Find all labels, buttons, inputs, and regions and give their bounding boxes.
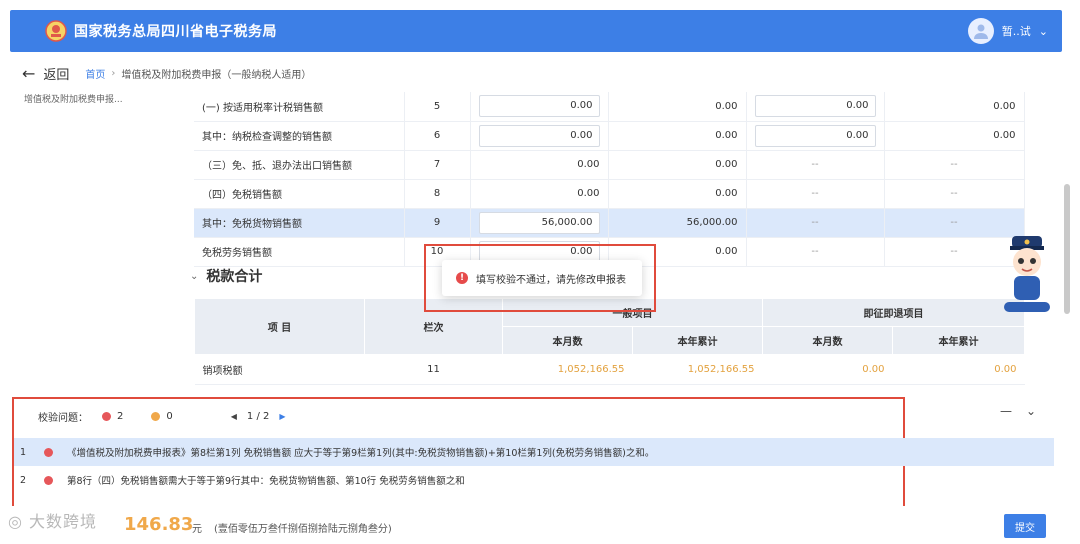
cell-value: 0.00: [470, 150, 609, 180]
amount-input[interactable]: 0.00: [478, 95, 600, 118]
validation-item[interactable]: 2 第8行（四）免税销售额需大于等于第9行其中：免税货物销售额、第10行 免税劳…: [14, 466, 894, 494]
validation-pager: ◀ 1 / 2 ▶: [231, 411, 286, 422]
row-line-number: 6: [404, 121, 471, 151]
column-group-refund: 即征即退项目: [762, 298, 1025, 327]
error-count[interactable]: 2: [117, 411, 123, 422]
cell-value: --: [746, 150, 885, 180]
row-label: 其中：纳税检查调整的销售额: [194, 121, 405, 151]
error-dot-icon: [102, 412, 111, 421]
breadcrumb-home[interactable]: 首页: [85, 66, 105, 81]
cell-value: 0.00: [884, 121, 1025, 151]
cell-value: --: [884, 150, 1025, 180]
scrollbar-thumb[interactable]: [1064, 184, 1070, 314]
minimize-icon[interactable]: —: [1000, 404, 1012, 418]
toast-message: 填写校验不通过，请先修改申报表: [476, 274, 626, 286]
column-header-month: 本月数: [762, 326, 893, 355]
breadcrumb-separator: ›: [111, 67, 116, 79]
item-text: 第8行（四）免税销售额需大于等于第9行其中：免税货物销售额、第10行 免税劳务销…: [67, 476, 465, 487]
error-toast: ! 填写校验不通过，请先修改申报表: [442, 260, 642, 296]
warning-dot-icon: [151, 412, 161, 421]
row-line-number: 8: [404, 179, 471, 209]
column-header-month: 本月数: [502, 326, 633, 355]
row-line-number: 9: [404, 208, 471, 238]
error-dot-icon: [44, 475, 53, 485]
amount-in-words: (壹佰零伍万叁仟捌佰捌拾陆元捌角叁分): [214, 524, 392, 535]
panel-tools: — ⌄: [1000, 404, 1036, 418]
prev-page-icon[interactable]: ◀: [231, 412, 237, 421]
row-label: (一) 按适用税率计税销售额: [194, 92, 405, 122]
table-row: 其中：纳税检查调整的销售额 6 0.00 0.00 0.00 0.00: [194, 121, 1025, 151]
warning-count[interactable]: 0: [166, 411, 172, 422]
assistant-mascot-icon[interactable]: [1000, 230, 1054, 314]
cell-value: 0.00: [470, 179, 609, 209]
table-row: （三）免、抵、退办法出口销售额 7 0.00 0.00 -- --: [194, 150, 1025, 180]
scrollbar[interactable]: [1062, 92, 1072, 388]
cell-value: 0.00: [892, 354, 1025, 385]
row-label: 销项税额: [194, 354, 365, 385]
column-header-year: 本年累计: [632, 326, 763, 355]
cell-value: --: [746, 237, 885, 267]
column-header-year: 本年累计: [892, 326, 1025, 355]
collapse-icon[interactable]: ⌄: [1026, 404, 1036, 418]
cell-value: 0.00: [762, 354, 893, 385]
cell-value: 0.00: [608, 150, 747, 180]
sidebar-item-vat-return[interactable]: 增值税及附加税费申报...: [24, 92, 123, 105]
table-row: （四）免税销售额 8 0.00 0.00 -- --: [194, 179, 1025, 209]
tax-total-section-header[interactable]: ⌄ 税款合计: [190, 266, 262, 286]
tax-emblem-icon: [45, 20, 67, 42]
user-menu[interactable]: 暂..试 ⌄: [967, 18, 1048, 44]
row-line-number: 11: [364, 354, 503, 385]
cell-value: --: [884, 179, 1025, 209]
amount-input[interactable]: 0.00: [478, 124, 600, 147]
back-button[interactable]: 返回: [43, 64, 69, 83]
cell-value: 0.00: [884, 92, 1025, 122]
site-title: 国家税务总局四川省电子税务局: [74, 24, 277, 40]
item-text: 《增值税及附加税费申报表》第8栏第1列 免税销售额 应大于等于第9栏第1列(其中…: [67, 448, 655, 459]
section-title: 税款合计: [206, 269, 263, 285]
amount-input[interactable]: 56,000.00: [478, 211, 600, 234]
nav-bar: ← 返回 首页 › 增值税及附加税费申报（一般纳税人适用）: [10, 62, 1062, 84]
cell-value: 0.00: [608, 121, 747, 151]
cell-value: 0.00: [608, 92, 747, 122]
cell-value: 1,052,166.55: [632, 354, 763, 385]
validation-item[interactable]: 1 《增值税及附加税费申报表》第8栏第1列 免税销售额 应大于等于第9栏第1列(…: [14, 438, 1054, 466]
row-label: 其中：免税货物销售额: [194, 208, 405, 238]
row-line-number: 5: [404, 92, 471, 122]
item-index: 2: [20, 474, 27, 486]
column-header-item: 项 目: [194, 298, 365, 355]
amount-unit: 元: [192, 524, 202, 535]
user-name: 暂..试: [1001, 25, 1031, 38]
submit-button[interactable]: 提交: [1004, 514, 1046, 538]
total-amount: 146.83: [124, 514, 194, 535]
chevron-down-icon: ⌄: [1038, 24, 1048, 38]
user-avatar-icon: [967, 18, 994, 44]
cell-value: --: [746, 179, 885, 209]
table-row: (一) 按适用税率计税销售额 5 0.00 0.00 0.00 0.00: [194, 92, 1025, 122]
breadcrumb-current: 增值税及附加税费申报（一般纳税人适用）: [121, 69, 312, 81]
table-row-selected: 其中：免税货物销售额 9 56,000.00 56,000.00 -- --: [194, 208, 1025, 238]
validation-label: 校验问题：: [38, 413, 88, 424]
cell-value: --: [746, 208, 885, 238]
cell-value: 56,000.00: [608, 208, 747, 238]
top-bar: 国家税务总局四川省电子税务局 暂..试 ⌄: [10, 10, 1062, 52]
item-index: 1: [20, 446, 27, 458]
validation-header: 校验问题： 2 0 ◀ 1 / 2 ▶: [38, 409, 286, 424]
watermark: ◎ 大数跨境: [8, 512, 98, 531]
row-line-number: 7: [404, 150, 471, 180]
row-label: （三）免、抵、退办法出口销售额: [194, 150, 405, 180]
next-page-icon[interactable]: ▶: [279, 412, 285, 421]
sales-table: (一) 按适用税率计税销售额 5 0.00 0.00 0.00 0.00 其中：…: [194, 92, 1025, 267]
amount-input[interactable]: 0.00: [754, 95, 876, 118]
cell-value: 1,052,166.55: [502, 354, 633, 385]
back-arrow-icon[interactable]: ←: [22, 64, 35, 83]
error-icon: !: [456, 272, 468, 284]
amount-input[interactable]: 0.00: [754, 124, 876, 147]
row-label: 免税劳务销售额: [194, 237, 405, 267]
cell-value: 0.00: [608, 179, 747, 209]
page-indicator: 1 / 2: [246, 411, 270, 422]
table-row: 销项税额 11 1,052,166.55 1,052,166.55 0.00 0…: [194, 354, 1025, 385]
chevron-down-icon[interactable]: ⌄: [190, 271, 198, 282]
row-label: （四）免税销售额: [194, 179, 405, 209]
error-dot-icon: [44, 447, 53, 457]
